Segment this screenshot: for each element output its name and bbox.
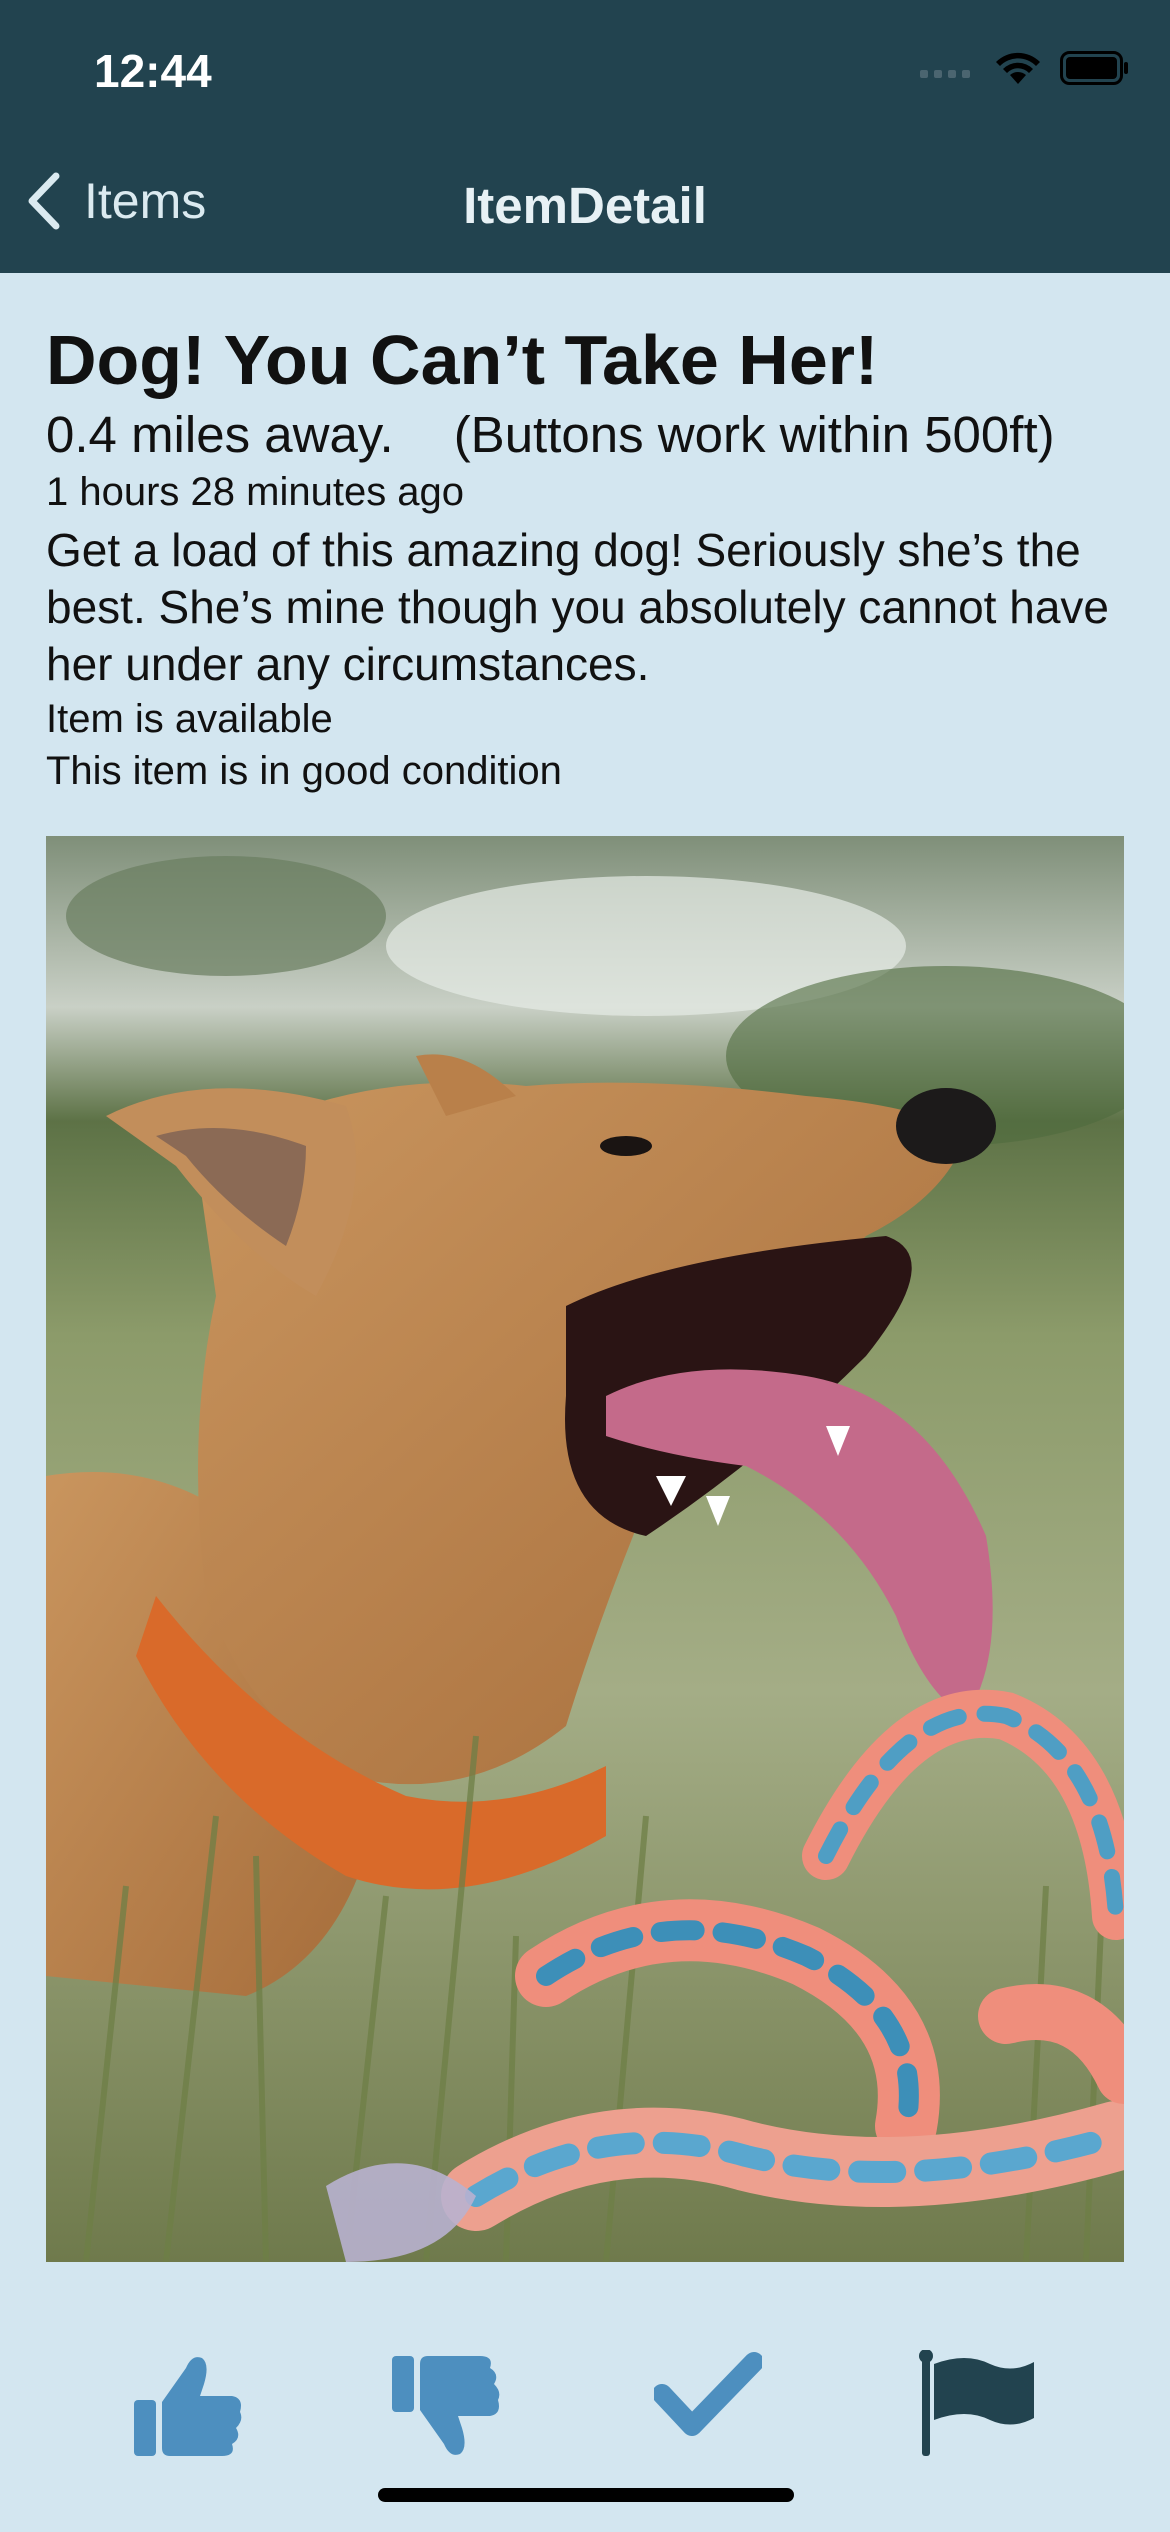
item-title: Dog! You Can’t Take Her!	[46, 321, 879, 399]
home-indicator	[378, 2488, 794, 2502]
posted-time: 1 hours 28 minutes ago	[46, 470, 465, 514]
like-button[interactable]	[132, 2350, 244, 2467]
condition-status: This item is in good condition	[46, 749, 562, 793]
accept-button[interactable]	[652, 2350, 764, 2445]
action-bar	[0, 2349, 1170, 2490]
item-details: Dog! You Can’t Take Her! 0.4 miles away.…	[46, 322, 1136, 797]
thumbs-up-icon	[134, 2357, 242, 2456]
navigation-bar: 12:44 Items ItemDetail	[0, 0, 1170, 273]
availability-status: Item is available	[46, 697, 333, 741]
dog-photo	[46, 836, 1124, 2262]
flag-icon	[919, 2349, 1034, 2456]
button-range-note: (Buttons work within 500ft)	[453, 406, 1055, 463]
distance-text: 0.4 miles away.	[46, 406, 394, 463]
cellular-signal-icon	[920, 70, 970, 78]
checkmark-icon	[652, 2352, 764, 2436]
thumbs-down-icon	[392, 2356, 500, 2455]
page-title: ItemDetail	[463, 177, 707, 234]
item-photo	[46, 836, 1124, 2262]
distance-row: 0.4 miles away. (Buttons work within 500…	[46, 406, 1136, 464]
status-time: 12:44	[94, 45, 212, 97]
report-button[interactable]	[916, 2349, 1036, 2463]
item-description: Get a load of this amazing dog! Seriousl…	[46, 524, 1109, 690]
dislike-button[interactable]	[390, 2350, 502, 2471]
battery-icon	[1060, 51, 1128, 85]
wifi-icon	[996, 52, 1040, 84]
status-icons	[920, 50, 1130, 86]
